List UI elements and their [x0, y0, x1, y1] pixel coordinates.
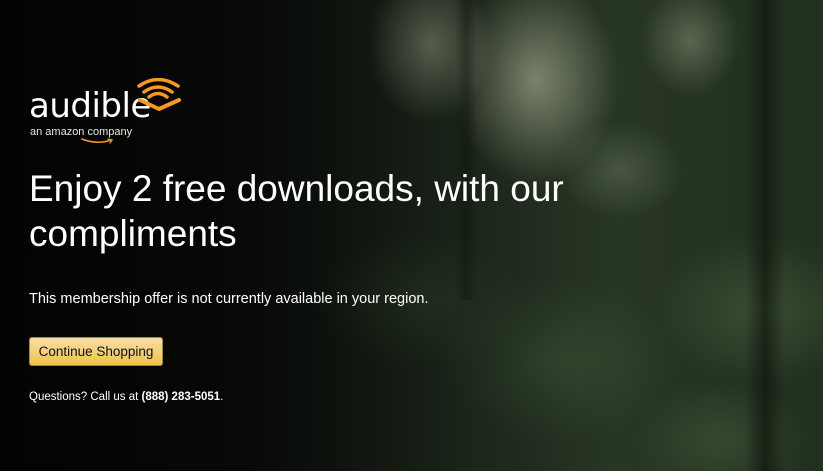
logo-tagline: an amazon company — [30, 126, 133, 138]
help-suffix: . — [220, 391, 224, 403]
page-headline: Enjoy 2 free downloads, with our complim… — [29, 168, 564, 254]
help-phone-number[interactable]: (888) 283-5051 — [142, 391, 221, 403]
hero-content: audible an amazon company Enjoy 2 free d… — [29, 78, 669, 404]
logo-wordmark: audible — [29, 86, 151, 126]
help-line: Questions? Call us at (888) 283-5051. — [29, 390, 669, 404]
region-unavailable-message: This membership offer is not currently a… — [29, 291, 429, 307]
continue-shopping-button[interactable]: Continue Shopping — [29, 337, 163, 366]
audio-waves-icon — [137, 78, 181, 111]
audible-logo[interactable]: audible an amazon company — [29, 78, 189, 144]
amazon-smile-icon — [81, 138, 114, 144]
help-text: Questions? Call us at — [29, 391, 142, 403]
hero-background: audible an amazon company Enjoy 2 free d… — [0, 0, 823, 471]
